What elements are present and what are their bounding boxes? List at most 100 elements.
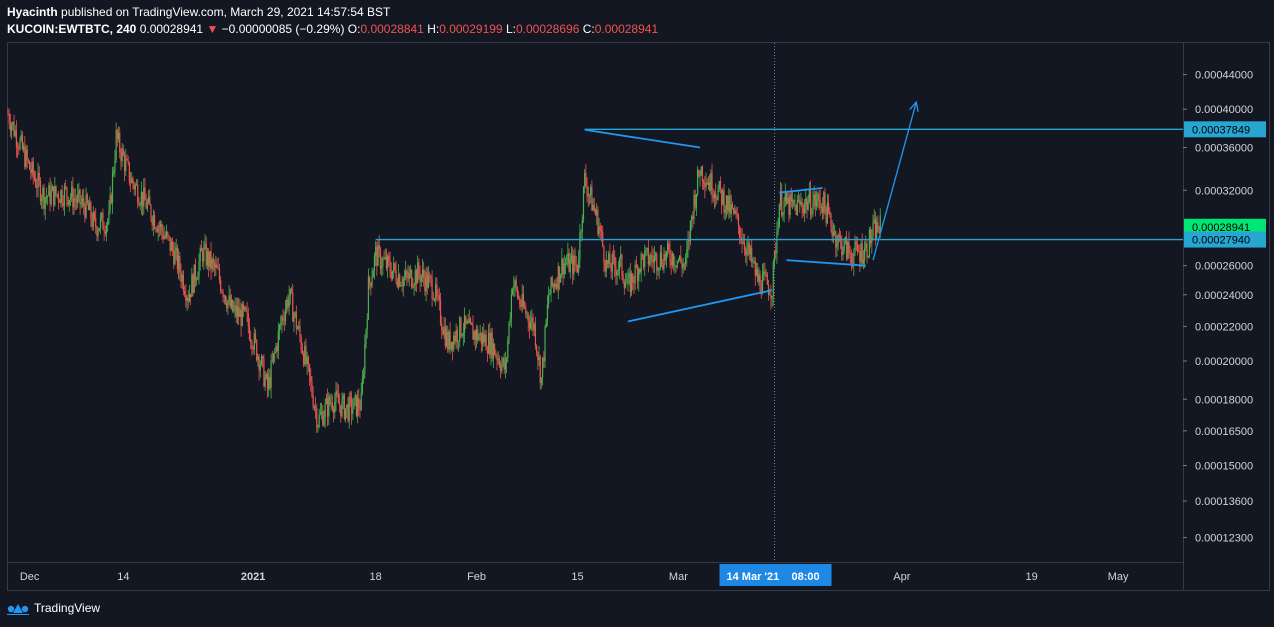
candle-body: [781, 191, 783, 216]
price-tick-label: 0.00013600: [1195, 496, 1253, 508]
candle-body: [581, 219, 583, 232]
candle-body: [829, 211, 831, 215]
candle-body: [711, 173, 713, 197]
candle-body: [770, 294, 772, 299]
candle-body: [463, 315, 466, 333]
candle-body: [676, 260, 678, 268]
candle-body: [284, 308, 287, 321]
time-tick-label: 15: [571, 571, 583, 583]
candle-body: [878, 231, 880, 233]
candle-body: [520, 305, 522, 308]
candle-body: [295, 312, 297, 329]
candle-body: [202, 251, 204, 262]
candle-body: [184, 291, 186, 295]
candle-body: [391, 270, 394, 279]
candle-body: [211, 259, 213, 269]
candle-body: [300, 336, 302, 350]
candle-body: [393, 263, 395, 271]
candle-body: [332, 408, 335, 413]
candle-body: [532, 317, 534, 331]
candle-body: [456, 329, 458, 343]
candle-body: [353, 397, 355, 409]
candle-body: [777, 227, 779, 232]
candle-body: [550, 277, 552, 294]
price-axis[interactable]: 0.00044000 0.00040000 0.00036000 0.00032000…: [1183, 70, 1266, 545]
candle-body: [575, 264, 577, 266]
candle-body: [48, 185, 50, 197]
trend-line[interactable]: [779, 187, 823, 194]
candle-body: [218, 268, 221, 280]
candle-body: [361, 377, 364, 393]
candle-body: [654, 253, 657, 257]
price-tick-label: 0.00026000: [1195, 261, 1253, 273]
candle-body: [314, 406, 317, 409]
candle-body: [236, 307, 239, 317]
candle-body: [290, 288, 293, 293]
candle-body: [540, 377, 543, 384]
candle-body: [521, 294, 523, 308]
candle-body: [209, 251, 211, 268]
candle-body: [367, 277, 370, 320]
candle-body: [87, 203, 90, 211]
candle-body: [785, 192, 788, 204]
candle-body: [229, 295, 231, 308]
candle-body: [216, 264, 218, 269]
candle-body: [147, 196, 150, 203]
candle-body: [155, 228, 157, 230]
candle-body: [664, 253, 666, 261]
candle-body: [281, 316, 283, 325]
candle-body: [35, 178, 37, 187]
candle-body: [823, 192, 825, 214]
candle-body: [299, 326, 301, 337]
candle-body: [627, 276, 629, 283]
candle-body: [259, 364, 261, 371]
candle-body: [262, 356, 264, 359]
candle-body: [51, 186, 54, 191]
candle-body: [467, 321, 469, 324]
trend-line[interactable]: [584, 128, 701, 149]
candle-body: [501, 363, 503, 372]
candle-body: [743, 242, 746, 250]
candle-body: [536, 345, 538, 353]
candle-body: [141, 191, 144, 207]
candle-body: [109, 194, 111, 211]
candle-body: [461, 335, 463, 337]
candle-body: [455, 329, 457, 342]
projection-arrow[interactable]: [872, 101, 917, 261]
candle-body: [149, 196, 151, 206]
candle-body: [193, 264, 195, 293]
candle-body: [20, 134, 22, 140]
candle-body: [853, 253, 855, 266]
candle-body: [248, 326, 251, 340]
candle-body: [246, 310, 248, 314]
candle-body: [560, 274, 562, 283]
candle-body: [200, 247, 203, 252]
time-axis[interactable]: Dec 14 2021 18 Feb 15 Mar Apr 19 May 14 Mar '21 08:…: [20, 564, 1129, 586]
candle-body: [402, 278, 404, 287]
price-chart[interactable]: 0.00044000 0.00040000 0.00036000 0.00032000…: [0, 0, 1274, 597]
candle-body: [699, 175, 701, 177]
candle-body: [358, 398, 360, 409]
time-tick-label: 19: [1025, 571, 1037, 583]
candle-body: [286, 299, 288, 309]
trend-line[interactable]: [627, 289, 773, 323]
candle-body: [438, 295, 440, 300]
tradingview-logo[interactable]: TradingView: [7, 601, 100, 615]
candle-body: [579, 232, 581, 260]
candle-body: [642, 255, 645, 267]
candle-body: [460, 317, 462, 336]
candle-body: [525, 307, 527, 314]
candle-body: [874, 219, 877, 240]
candle-body: [313, 406, 315, 408]
candle-body: [427, 275, 430, 288]
candle-body: [578, 259, 580, 272]
candle-body: [47, 196, 49, 198]
candle-body: [610, 267, 612, 272]
candle-body: [305, 346, 307, 364]
candle-body: [389, 260, 391, 272]
candle-body: [419, 273, 421, 282]
candle-body: [102, 212, 104, 230]
candle-body: [322, 411, 324, 426]
candle-body: [203, 247, 205, 262]
candle-body: [573, 255, 575, 275]
